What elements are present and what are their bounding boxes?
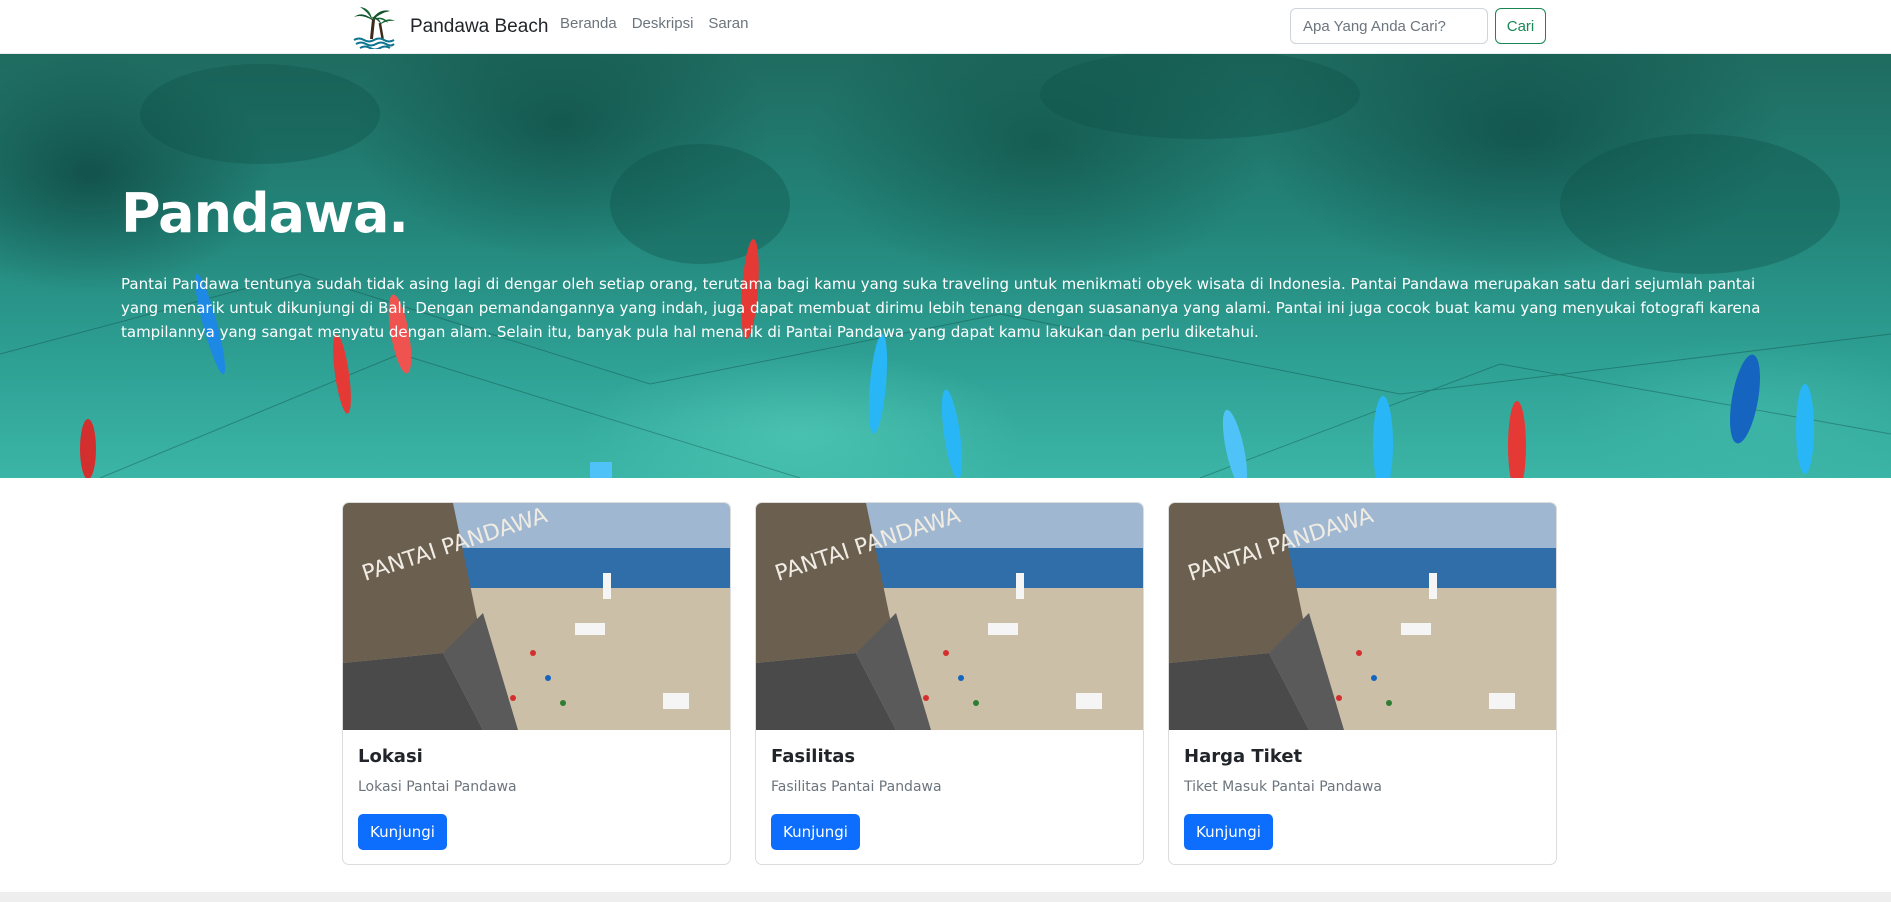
- hero-sea-image: [0, 54, 1891, 478]
- card-list: PANTAI PANDAWA Lokasi Lokasi Pantai Pand…: [342, 502, 1557, 865]
- visit-button[interactable]: Kunjungi: [771, 814, 860, 850]
- card-fasilitas: PANTAI PANDAWA Fasilitas Fasilitas Panta…: [755, 502, 1144, 865]
- nav-link-deskripsi[interactable]: Deskripsi: [632, 15, 694, 32]
- nav-links: Beranda Deskripsi Saran: [560, 15, 748, 32]
- search-button[interactable]: Cari: [1495, 8, 1546, 44]
- card-subtitle: Tiket Masuk Pantai Pandawa: [1184, 779, 1382, 795]
- palm-tree-icon: [353, 7, 395, 49]
- card-lokasi: PANTAI PANDAWA Lokasi Lokasi Pantai Pand…: [342, 502, 731, 865]
- card-title: Lokasi: [358, 746, 423, 767]
- visit-button[interactable]: Kunjungi: [1184, 814, 1273, 850]
- brand-link[interactable]: Pandawa Beach: [352, 4, 548, 50]
- nav-link-saran[interactable]: Saran: [708, 15, 748, 32]
- card-subtitle: Lokasi Pantai Pandawa: [358, 779, 517, 795]
- visit-button[interactable]: Kunjungi: [358, 814, 447, 850]
- card-subtitle: Fasilitas Pantai Pandawa: [771, 779, 942, 795]
- card-title: Harga Tiket: [1184, 746, 1303, 767]
- search-input[interactable]: [1290, 8, 1488, 44]
- hero-title: Pandawa.: [121, 182, 409, 245]
- hero-description: Pantai Pandawa tentunya sudah tidak asin…: [121, 275, 1761, 341]
- card-image: PANTAI PANDAWA: [343, 503, 730, 730]
- card-image: PANTAI PANDAWA: [1169, 503, 1556, 730]
- card-image: PANTAI PANDAWA: [756, 503, 1143, 730]
- navbar: Pandawa Beach Beranda Deskripsi Saran Ca…: [0, 0, 1891, 54]
- hero-banner: Pandawa. Pantai Pandawa tentunya sudah t…: [0, 54, 1891, 478]
- brand-name: Pandawa Beach: [410, 16, 549, 37]
- card-title: Fasilitas: [771, 746, 856, 767]
- footer-strip: [0, 892, 1891, 902]
- nav-link-beranda[interactable]: Beranda: [560, 15, 617, 32]
- card-harga-tiket: PANTAI PANDAWA Harga Tiket Tiket Masuk P…: [1168, 502, 1557, 865]
